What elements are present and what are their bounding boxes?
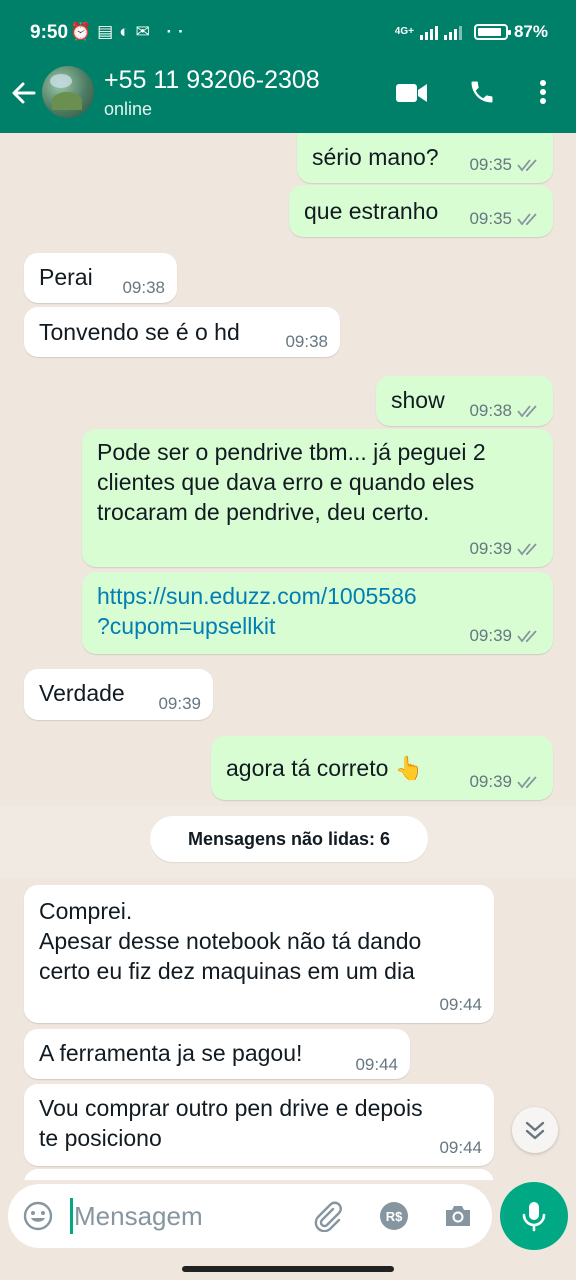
avatar[interactable]	[42, 66, 94, 118]
battery-icon	[473, 24, 511, 40]
network-type: 4G+	[394, 26, 414, 37]
emoji-icon[interactable]	[22, 1200, 54, 1237]
message-text: Perai	[39, 264, 93, 290]
voice-call-icon[interactable]	[468, 78, 496, 106]
message-bubble[interactable]: agora tá correto 👆 09:39	[211, 736, 553, 800]
contact-name[interactable]: +55 11 93206-2308	[104, 66, 320, 95]
message-time: 09:35	[469, 209, 512, 228]
message-time: 09:39	[158, 694, 201, 713]
status-right: 4G+ 87%	[395, 22, 548, 42]
message-time: 09:39	[469, 626, 512, 645]
message-bubble[interactable]: Perai 09:38	[24, 253, 177, 303]
message-text: Verdade	[39, 680, 125, 706]
message-link[interactable]: ?cupom=upsellkit	[97, 611, 275, 641]
message-time: 09:38	[469, 401, 512, 420]
read-ticks-icon	[517, 630, 537, 643]
message-bubble[interactable]: show 09:38	[376, 376, 553, 426]
text-caret	[70, 1198, 73, 1234]
message-input[interactable]: Mensagem	[74, 1201, 203, 1232]
read-ticks-icon	[517, 405, 537, 418]
message-bubble[interactable]: https://sun.eduzz.com/1005586 ?cupom=ups…	[82, 572, 553, 654]
message-time: 09:39	[469, 539, 512, 558]
battery-percent: 87%	[513, 22, 548, 41]
notification-icons: ⏰▤◐✉ ··	[70, 22, 190, 41]
message-meta: 09:38	[469, 401, 541, 421]
message-time: 09:39	[469, 772, 512, 791]
signal-icon	[419, 24, 438, 40]
camera-icon[interactable]	[442, 1200, 474, 1237]
message-text: sério mano?	[312, 144, 439, 170]
more-options-icon[interactable]	[536, 78, 550, 106]
message-meta: 09:35	[469, 155, 541, 175]
svg-text:R$: R$	[386, 1209, 403, 1224]
scroll-to-bottom-button[interactable]	[512, 1107, 558, 1153]
message-link[interactable]: https://sun.eduzz.com/1005586	[97, 581, 417, 611]
message-time: 09:38	[122, 278, 165, 297]
message-meta: 09:38	[122, 278, 165, 298]
mic-button[interactable]	[500, 1182, 568, 1250]
message-meta: 09:35	[469, 209, 541, 229]
top-bar: 9:50 ⏰▤◐✉ ·· 4G+ 87% +55 11 93206-2308 o…	[0, 0, 576, 133]
message-meta: 09:39	[158, 694, 201, 714]
message-text-line: clientes que dava erro e quando eles	[97, 469, 475, 495]
message-meta: 09:39	[469, 539, 541, 559]
read-ticks-icon	[517, 213, 537, 226]
read-ticks-icon	[517, 776, 537, 789]
message-bubble[interactable]: Pode ser o pendrive tbm... já peguei 2 c…	[82, 429, 553, 567]
message-text: Tonvendo se é o hd	[39, 319, 240, 345]
read-ticks-icon	[517, 543, 537, 556]
message-composer[interactable]: Mensagem R$	[8, 1184, 492, 1248]
message-meta: 09:39	[469, 772, 541, 792]
message-text-line: Pode ser o pendrive tbm... já peguei 2	[97, 439, 486, 465]
message-time: 09:35	[469, 155, 512, 174]
message-bubble[interactable]: sério mano? 09:35	[297, 133, 553, 183]
signal-2-icon	[443, 24, 462, 40]
read-ticks-icon	[517, 159, 537, 172]
chat-header: +55 11 93206-2308 online	[0, 60, 576, 133]
gesture-bar[interactable]	[182, 1266, 394, 1272]
video-call-icon[interactable]	[396, 82, 428, 104]
message-bubble[interactable]: Verdade 09:39	[24, 669, 213, 720]
message-time: 09:38	[285, 332, 328, 351]
message-text: que estranho	[304, 198, 439, 224]
message-meta: 09:39	[469, 626, 541, 646]
status-bar: 9:50 ⏰▤◐✉ ·· 4G+ 87%	[0, 0, 576, 66]
chevron-double-down-icon	[525, 1121, 545, 1140]
mic-icon	[522, 1202, 546, 1232]
message-bubble[interactable]: que estranho 09:35	[289, 185, 553, 237]
attach-icon[interactable]	[312, 1200, 344, 1237]
unread-badge: Mensagens não lidas: 6	[150, 816, 428, 862]
back-arrow-icon[interactable]	[10, 80, 36, 106]
contact-presence: online	[104, 99, 153, 119]
message-meta: 09:38	[285, 332, 328, 352]
payment-icon[interactable]: R$	[378, 1200, 410, 1237]
message-text: agora tá correto 👆	[226, 755, 424, 781]
message-text-line: trocaram de pendrive, deu certo.	[97, 499, 430, 525]
message-text: show	[391, 387, 445, 413]
status-time: 9:50	[30, 22, 69, 43]
message-bubble[interactable]: Tonvendo se é o hd 09:38	[24, 307, 340, 357]
chat-area[interactable]: sério mano? 09:35 que estranho 09:35 Per…	[0, 133, 576, 1180]
